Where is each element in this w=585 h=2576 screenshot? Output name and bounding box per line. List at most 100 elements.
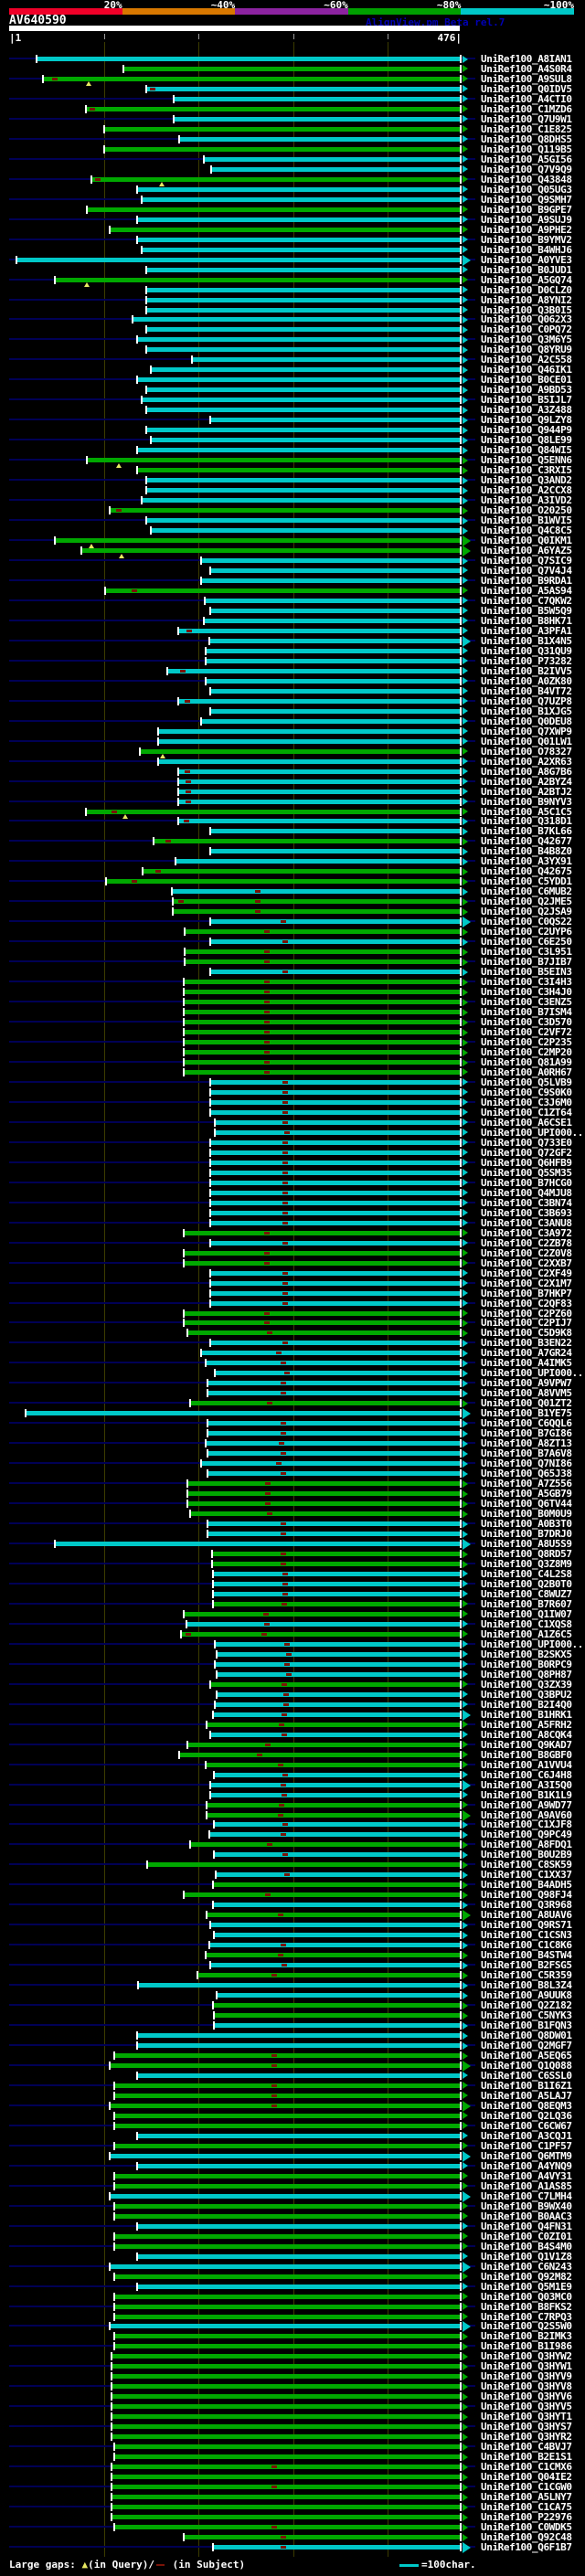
- hit-label[interactable]: UniRef100_C0ZI01: [481, 2231, 572, 2242]
- hit-label[interactable]: UniRef100_Q6F1B7: [481, 2542, 572, 2552]
- alignment-bar[interactable]: [136, 237, 460, 242]
- alignment-bar[interactable]: [186, 1481, 460, 1487]
- alignment-bar[interactable]: [178, 769, 460, 774]
- alignment-bar[interactable]: [183, 1000, 460, 1005]
- alignment-bar[interactable]: [113, 2274, 460, 2279]
- alignment-bar[interactable]: [207, 1812, 460, 1818]
- alignment-bar[interactable]: [174, 96, 460, 101]
- hit-label[interactable]: UniRef100_A1VVU4: [481, 1760, 572, 1770]
- alignment-bar[interactable]: [111, 2485, 460, 2490]
- hit-label[interactable]: UniRef100_Q01LW1: [481, 737, 572, 747]
- alignment-bar[interactable]: [136, 448, 460, 453]
- alignment-bar[interactable]: [111, 2364, 460, 2369]
- alignment-bar[interactable]: [86, 207, 460, 212]
- alignment-bar[interactable]: [80, 548, 460, 554]
- alignment-bar[interactable]: [146, 267, 460, 272]
- alignment-bar[interactable]: [209, 1280, 460, 1286]
- alignment-bar[interactable]: [209, 1079, 460, 1085]
- hit-label[interactable]: UniRef100_A8G7B6: [481, 767, 572, 777]
- alignment-bar[interactable]: [113, 2444, 460, 2450]
- alignment-bar[interactable]: [178, 779, 460, 784]
- alignment-bar[interactable]: [209, 1140, 460, 1145]
- alignment-bar[interactable]: [113, 2304, 460, 2309]
- alignment-bar[interactable]: [183, 2535, 460, 2540]
- hit-label[interactable]: UniRef100_C2XF49: [481, 1268, 572, 1278]
- alignment-bar[interactable]: [210, 166, 460, 172]
- alignment-bar[interactable]: [209, 1150, 460, 1155]
- alignment-bar[interactable]: [147, 1862, 460, 1868]
- alignment-bar[interactable]: [141, 247, 460, 252]
- alignment-bar[interactable]: [176, 859, 460, 864]
- alignment-bar[interactable]: [16, 257, 460, 262]
- alignment-bar[interactable]: [206, 1953, 460, 1958]
- alignment-bar[interactable]: [201, 578, 460, 583]
- alignment-bar[interactable]: [103, 126, 460, 132]
- alignment-bar[interactable]: [207, 1521, 460, 1527]
- alignment-bar[interactable]: [209, 567, 460, 573]
- alignment-bar[interactable]: [111, 2495, 460, 2500]
- alignment-bar[interactable]: [209, 708, 460, 714]
- alignment-bar[interactable]: [213, 2013, 460, 2019]
- alignment-bar[interactable]: [208, 1943, 460, 1948]
- alignment-bar[interactable]: [178, 698, 460, 704]
- alignment-bar[interactable]: [214, 1641, 460, 1647]
- alignment-bar[interactable]: [214, 1661, 460, 1667]
- hit-label[interactable]: UniRef100_A5GQ74: [481, 275, 572, 285]
- alignment-bar[interactable]: [113, 2344, 460, 2349]
- alignment-bar[interactable]: [209, 919, 460, 925]
- alignment-bar[interactable]: [215, 1872, 460, 1878]
- alignment-bar[interactable]: [109, 2193, 460, 2199]
- alignment-bar[interactable]: [206, 658, 460, 663]
- alignment-bar[interactable]: [166, 668, 460, 673]
- alignment-bar[interactable]: [113, 2213, 460, 2219]
- alignment-bar[interactable]: [109, 2324, 460, 2329]
- alignment-bar[interactable]: [43, 76, 460, 81]
- alignment-bar[interactable]: [111, 2374, 460, 2380]
- alignment-bar[interactable]: [209, 1240, 460, 1246]
- alignment-bar[interactable]: [109, 2153, 460, 2158]
- alignment-bar[interactable]: [146, 287, 460, 292]
- alignment-bar[interactable]: [201, 718, 460, 724]
- alignment-bar[interactable]: [186, 1621, 460, 1627]
- alignment-bar[interactable]: [212, 2545, 460, 2550]
- hit-label[interactable]: UniRef100_Q9KAD7: [481, 1740, 572, 1750]
- alignment-bar[interactable]: [151, 528, 460, 534]
- hit-label[interactable]: UniRef100_A8YNI2: [481, 295, 572, 305]
- alignment-bar[interactable]: [183, 980, 460, 985]
- hit-label[interactable]: UniRef100_Q03MC0: [481, 2292, 572, 2302]
- alignment-bar[interactable]: [109, 2263, 460, 2269]
- hit-label[interactable]: UniRef100_C2X1M7: [481, 1278, 572, 1288]
- alignment-bar[interactable]: [173, 909, 460, 915]
- alignment-bar[interactable]: [154, 839, 460, 844]
- alignment-bar[interactable]: [109, 227, 460, 232]
- alignment-bar[interactable]: [141, 398, 460, 403]
- hit-label[interactable]: UniRef100_A0YVE3: [481, 255, 572, 265]
- alignment-bar[interactable]: [181, 1631, 460, 1637]
- alignment-bar[interactable]: [204, 618, 460, 623]
- alignment-bar[interactable]: [113, 2123, 460, 2128]
- alignment-bar[interactable]: [209, 1180, 460, 1185]
- alignment-bar[interactable]: [105, 879, 460, 885]
- alignment-bar[interactable]: [201, 1461, 460, 1467]
- alignment-bar[interactable]: [113, 2243, 460, 2249]
- alignment-bar[interactable]: [111, 2424, 460, 2430]
- hit-label[interactable]: UniRef100_B7HKP7: [481, 1288, 572, 1299]
- alignment-bar[interactable]: [189, 1842, 460, 1848]
- alignment-bar[interactable]: [211, 1562, 460, 1566]
- alignment-bar[interactable]: [173, 899, 460, 905]
- alignment-bar[interactable]: [213, 2023, 460, 2029]
- alignment-bar[interactable]: [113, 2314, 460, 2319]
- alignment-bar[interactable]: [209, 1732, 460, 1737]
- alignment-bar[interactable]: [206, 678, 460, 684]
- alignment-bar[interactable]: [209, 1109, 460, 1115]
- alignment-bar[interactable]: [113, 2173, 460, 2178]
- alignment-bar[interactable]: [179, 1752, 460, 1757]
- alignment-bar[interactable]: [209, 1220, 460, 1225]
- alignment-bar[interactable]: [212, 2003, 460, 2009]
- hit-label[interactable]: UniRef100_C2ZB78: [481, 1238, 572, 1248]
- alignment-bar[interactable]: [209, 1200, 460, 1205]
- hit-label[interactable]: UniRef100_B8GBF0: [481, 1750, 572, 1760]
- alignment-bar[interactable]: [146, 387, 460, 393]
- alignment-bar[interactable]: [216, 1993, 460, 1998]
- alignment-bar[interactable]: [216, 1651, 460, 1657]
